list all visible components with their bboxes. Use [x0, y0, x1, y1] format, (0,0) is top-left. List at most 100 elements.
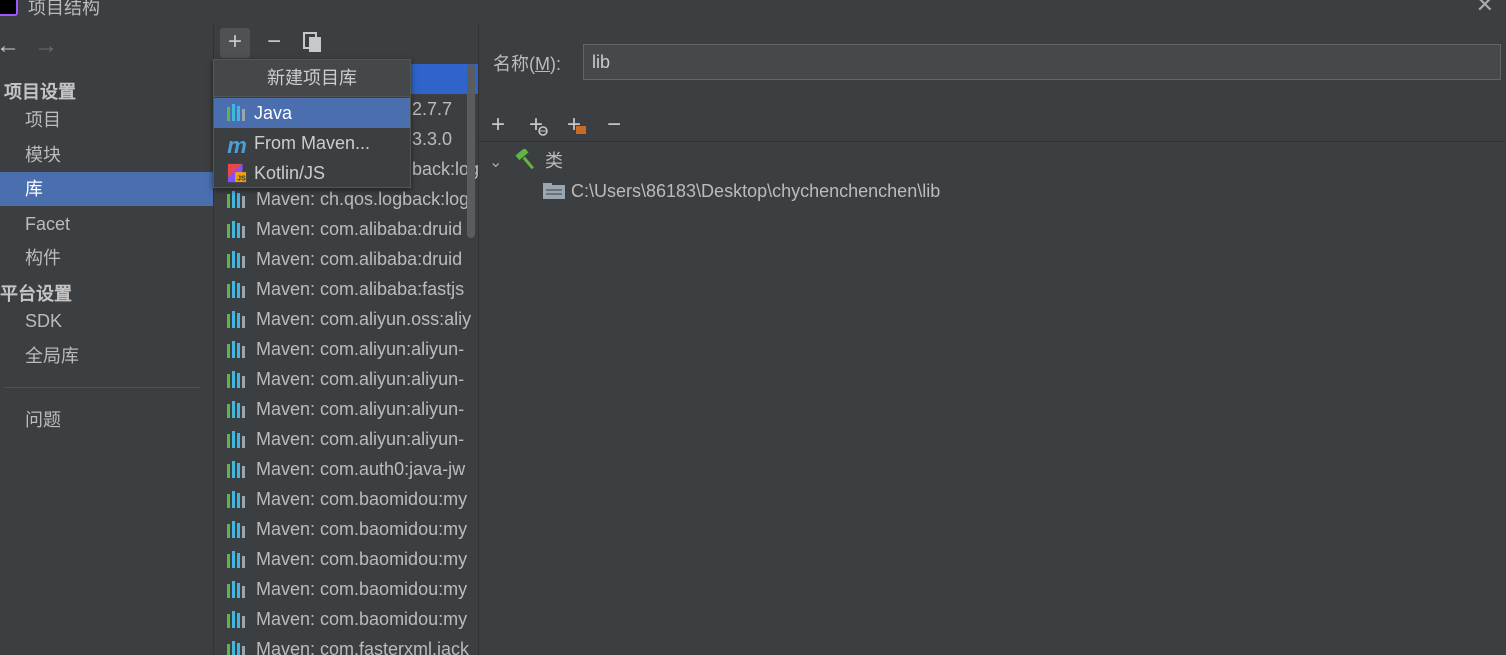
tree-child-path[interactable]: C:\Users\86183\Desktop\chychenchenchen\l… [543, 176, 940, 206]
sidebar: ← → 项目设置 项目 模块 库 Facet 构件 平台设置 SDK 全局库 问… [0, 24, 213, 655]
list-item-label: Maven: com.baomidou:my [256, 489, 468, 509]
list-item[interactable]: Maven: com.aliyun.oss:aliy [214, 304, 478, 334]
forward-arrow-icon[interactable]: → [34, 34, 58, 58]
list-item-label: Maven: com.aliyun:aliyun- [256, 339, 465, 359]
list-item[interactable]: Maven: com.baomidou:my [214, 604, 478, 634]
library-icon [227, 104, 245, 121]
library-icon [227, 521, 245, 538]
list-item[interactable]: Maven: com.baomidou:my [214, 484, 478, 514]
list-item-label: Maven: com.aliyun:aliyun- [256, 369, 465, 389]
sidebar-item-facet[interactable]: Facet [0, 207, 213, 241]
library-icon [227, 431, 245, 448]
sidebar-item-sdk[interactable]: SDK [0, 304, 213, 338]
sidebar-item-problems[interactable]: 问题 [0, 403, 213, 437]
list-item[interactable]: Maven: com.baomidou:my [214, 514, 478, 544]
window-title: 项目结构 [28, 0, 100, 18]
tree-root-classes[interactable]: ⌄ 类 [489, 146, 563, 176]
sidebar-item-libraries[interactable]: 库 [0, 172, 213, 206]
name-label: 名称(M): [493, 54, 561, 74]
library-icon [227, 281, 245, 298]
library-icon [227, 551, 245, 568]
list-item-label: Maven: com.alibaba:druid [256, 219, 463, 239]
list-item[interactable]: Maven: com.alibaba:fastjs [214, 274, 478, 304]
remove-library-button[interactable]: − [259, 28, 289, 58]
list-item[interactable]: Maven: com.aliyun:aliyun- [214, 394, 478, 424]
library-icon [227, 311, 245, 328]
library-icon [227, 491, 245, 508]
add-root-button[interactable]: + [484, 110, 512, 140]
tree-root-label: 类 [545, 151, 564, 171]
sidebar-item-project[interactable]: 项目 [0, 103, 213, 137]
list-item[interactable]: Maven: com.auth0:java-jw [214, 454, 478, 484]
title-bar: 项目结构 ✕ [0, 0, 1506, 24]
popup-item-label: Java [254, 103, 293, 123]
section-project-settings: 项目设置 [4, 82, 76, 102]
list-item[interactable]: Maven: com.aliyun:aliyun- [214, 334, 478, 364]
list-item[interactable]: Maven: ch.qos.logback:log [214, 184, 478, 214]
list-item-label: Maven: com.baomidou:my [256, 609, 468, 629]
section-platform-settings: 平台设置 [0, 284, 72, 304]
app-logo-icon [0, 0, 18, 16]
list-item-label: Maven: ch.qos.logback:log [256, 189, 470, 209]
folder-icon [576, 126, 586, 134]
sidebar-item-global-libraries[interactable]: 全局库 [0, 339, 213, 373]
library-icon [227, 221, 245, 238]
list-item[interactable]: Maven: com.aliyun:aliyun- [214, 424, 478, 454]
library-icon [227, 341, 245, 358]
library-icon [227, 371, 245, 388]
library-icon [227, 401, 245, 418]
globe-icon [538, 126, 548, 136]
library-name-input[interactable] [583, 44, 1501, 80]
list-item-label: Maven: com.baomidou:my [256, 549, 468, 569]
list-item-label: Maven: com.auth0:java-jw [256, 459, 466, 479]
add-url-button[interactable]: + [522, 110, 550, 140]
list-item-label: 2.7.7 [412, 99, 453, 119]
popup-item-label: From Maven... [254, 133, 371, 153]
list-item-label: Maven: com.alibaba:fastjs [256, 279, 465, 299]
library-toolbar: + − [214, 24, 478, 60]
copy-icon[interactable] [298, 28, 328, 58]
list-item-label: Maven: com.baomidou:my [256, 519, 468, 539]
list-item-label: 3.3.0 [412, 129, 453, 149]
close-icon[interactable]: ✕ [1476, 0, 1494, 18]
library-icon [227, 251, 245, 268]
popup-item-from-maven[interactable]: m From Maven... [214, 128, 410, 158]
list-item[interactable]: Maven: com.aliyun:aliyun- [214, 364, 478, 394]
popup-item-kotlin-js[interactable]: JS Kotlin/JS [214, 158, 410, 188]
tree-child-label: C:\Users\86183\Desktop\chychenchenchen\l… [571, 181, 941, 201]
divider [4, 387, 200, 388]
library-icon [227, 581, 245, 598]
add-folder-button[interactable]: + [560, 110, 588, 140]
list-item[interactable]: Maven: com.alibaba:druid [214, 214, 478, 244]
chevron-down-icon[interactable]: ⌄ [489, 148, 507, 178]
library-icon [227, 611, 245, 628]
list-item-label: Maven: com.aliyun.oss:aliy [256, 309, 472, 329]
list-item[interactable]: Maven: com.alibaba:druid [214, 244, 478, 274]
scrollbar[interactable] [467, 64, 475, 238]
library-icon [227, 191, 245, 208]
list-item-label: Maven: com.fasterxml.jack [256, 639, 470, 655]
popup-item-label: Kotlin/JS [254, 163, 326, 183]
list-item-label: Maven: com.aliyun:aliyun- [256, 429, 465, 449]
kotlin-js-icon: JS [227, 163, 247, 183]
jar-folder-icon [543, 183, 565, 199]
library-icon [227, 641, 245, 655]
sidebar-item-artifacts[interactable]: 构件 [0, 241, 213, 275]
popup-item-java[interactable]: Java [214, 98, 410, 128]
sidebar-item-modules[interactable]: 模块 [0, 138, 213, 172]
list-item[interactable]: Maven: com.baomidou:my [214, 574, 478, 604]
back-arrow-icon[interactable]: ← [0, 34, 20, 58]
library-icon [227, 461, 245, 478]
hammer-icon [515, 147, 534, 170]
library-detail-panel: 名称(M): + + + − ⌄ 类 C:\Users\86183\ [478, 24, 1506, 655]
new-project-library-popup: 新建项目库 Java m From Maven... JS Kotlin/JS [213, 59, 411, 188]
list-item-label: Maven: com.baomidou:my [256, 579, 468, 599]
svg-text:JS: JS [237, 174, 246, 183]
add-library-button[interactable]: + [220, 28, 250, 58]
list-item[interactable]: Maven: com.fasterxml.jack [214, 634, 478, 655]
maven-icon: m [227, 133, 247, 158]
remove-root-button[interactable]: − [600, 110, 628, 140]
popup-title: 新建项目库 [214, 60, 410, 97]
list-item[interactable]: Maven: com.baomidou:my [214, 544, 478, 574]
list-item-label: Maven: com.aliyun:aliyun- [256, 399, 465, 419]
